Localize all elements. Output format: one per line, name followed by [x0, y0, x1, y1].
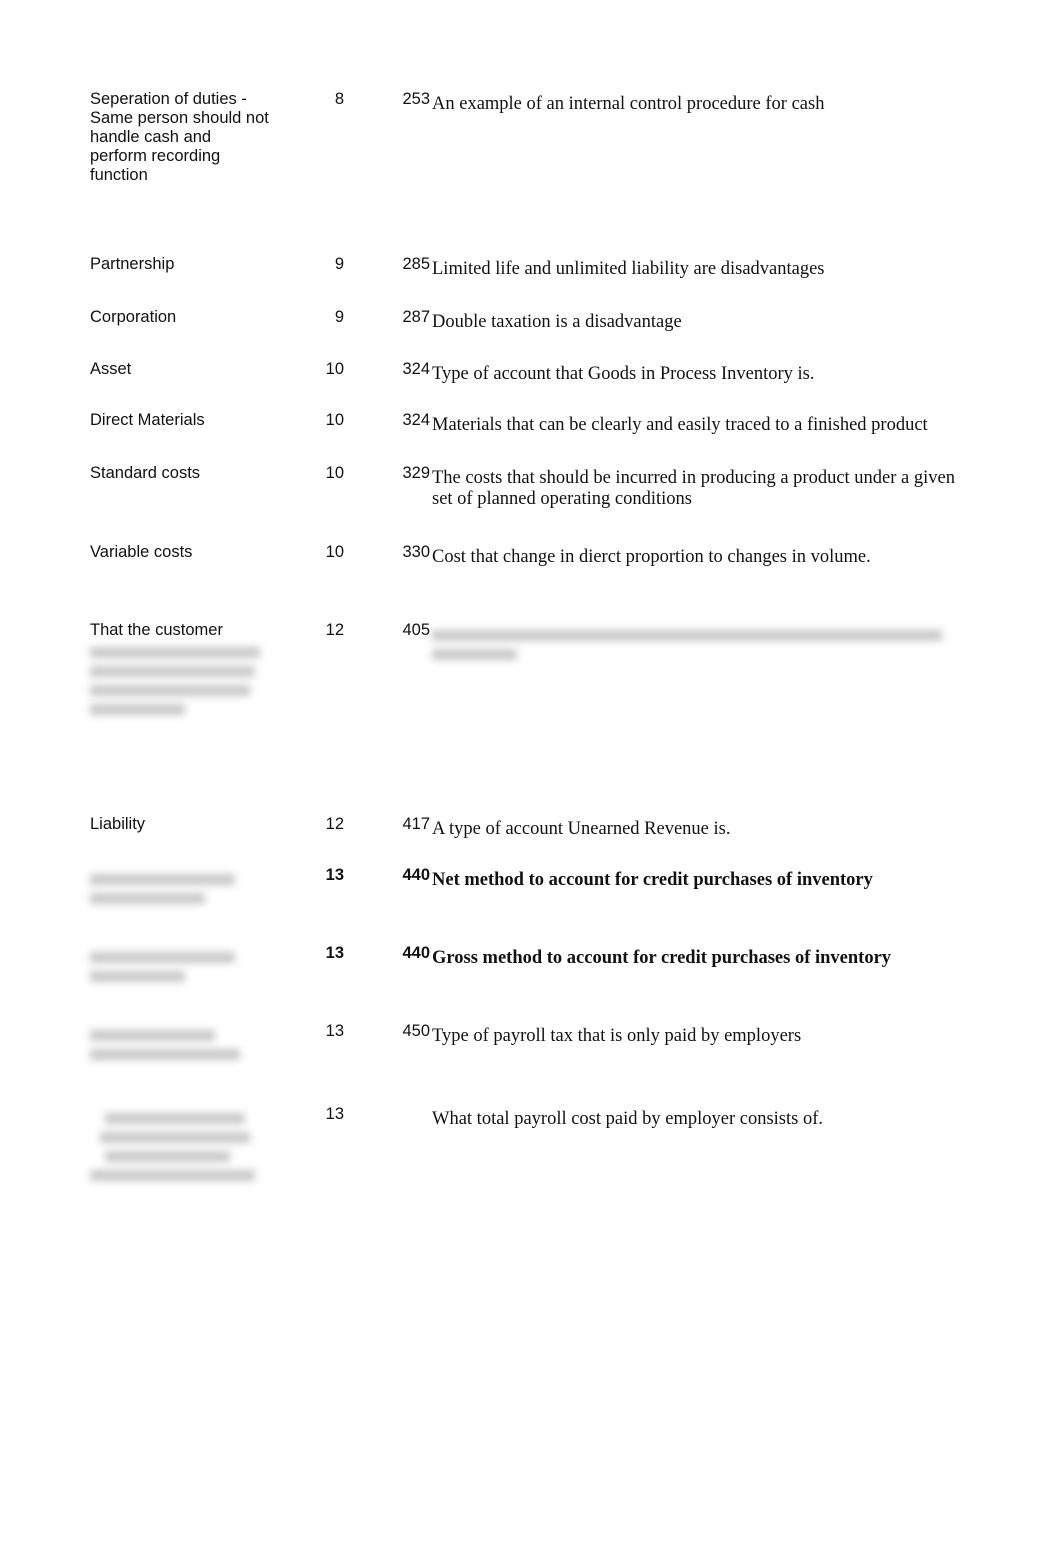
page-number: 253 [402, 90, 430, 108]
description: A type of account Unearned Revenue is. [432, 819, 731, 839]
blurred-term-text [90, 952, 240, 990]
description: Type of payroll tax that is only paid by… [432, 1026, 802, 1046]
blurred-description-text [432, 630, 947, 668]
page-number: 440 [402, 866, 430, 884]
description: Materials that can be clearly and easily… [432, 415, 928, 435]
term: That the customer [90, 621, 223, 639]
blurred-term-text [90, 1113, 260, 1189]
page-number: 329 [402, 464, 430, 482]
page-number: 287 [402, 308, 430, 326]
description: What total payroll cost paid by employer… [432, 1109, 823, 1129]
blurred-term-text [90, 874, 240, 912]
blurred-term-text [90, 647, 260, 723]
description: Cost that change in dierct proportion to… [432, 547, 871, 567]
page-number: 324 [402, 360, 430, 378]
chapter: 8 [334, 90, 344, 108]
term: Direct Materials [90, 411, 205, 429]
page-number: 417 [402, 815, 430, 833]
description: Limited life and unlimited liability are… [432, 259, 825, 279]
page-number: 324 [402, 411, 430, 429]
chapter: 10 [325, 411, 344, 429]
chapter: 10 [325, 360, 344, 378]
chapter: 10 [325, 464, 344, 482]
chapter: 10 [325, 543, 344, 561]
page-number: 440 [402, 944, 430, 962]
term: Variable costs [90, 543, 193, 561]
description: The costs that should be incurred in pro… [432, 468, 955, 509]
chapter: 12 [325, 815, 344, 833]
page-number: 285 [402, 255, 430, 273]
term: Partnership [90, 255, 175, 273]
chapter: 12 [325, 621, 344, 639]
blurred-term-text [90, 1030, 245, 1068]
term: Liability [90, 815, 146, 833]
description: Gross method to account for credit purch… [432, 948, 892, 968]
term: Asset [90, 360, 132, 378]
term: Corporation [90, 308, 177, 326]
page-number: 405 [402, 621, 430, 639]
chapter: 13 [325, 866, 344, 884]
description: Net method to account for credit purchas… [432, 870, 873, 890]
page-number: 450 [402, 1022, 430, 1040]
chapter: 9 [334, 255, 344, 273]
chapter: 13 [325, 1105, 344, 1123]
term: Standard costs [90, 464, 201, 482]
description: Double taxation is a disadvantage [432, 312, 682, 332]
chapter: 9 [334, 308, 344, 326]
chapter: 13 [325, 1022, 344, 1040]
description: Type of account that Goods in Process In… [432, 364, 815, 384]
chapter: 13 [325, 944, 344, 962]
description: An example of an internal control proced… [432, 94, 825, 114]
term: Seperation of duties - Same person shoul… [90, 90, 269, 184]
page-number: 330 [402, 543, 430, 561]
